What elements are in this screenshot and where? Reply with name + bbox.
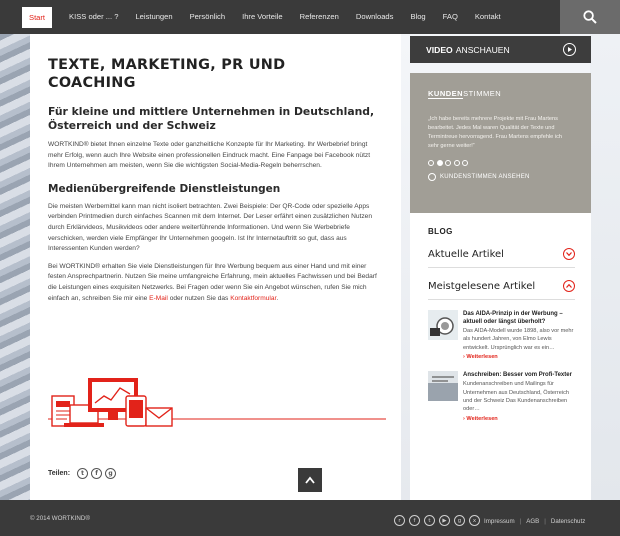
testimonials-link[interactable]: KUNDENSTIMMEN ANSEHEN [428,173,573,181]
email-link[interactable]: E-Mail [149,295,168,302]
separator: | [544,518,546,525]
nav-item-ihre-vorteile[interactable]: Ihre Vorteile [242,0,283,34]
footer-link-datenschutz[interactable]: Datenschutz [551,518,585,525]
nav-item-leistungen[interactable]: Leistungen [135,0,172,34]
nav-item-blog[interactable]: Blog [410,0,425,34]
carousel-dot[interactable] [462,160,468,166]
testimonials-panel: KUNDENSTIMMEN „Ich habe bereits mehrere … [410,73,591,213]
contact-form-link[interactable]: Kontaktformular [230,295,276,302]
carousel-dot[interactable] [453,160,460,166]
chevron-down-icon [563,248,575,260]
contact-text-end: . [276,294,279,302]
video-label-bold: VIDEO [426,44,453,55]
carousel-dot-active[interactable] [436,160,443,166]
footer-links: Impressum | AGB | Datenschutz [484,518,590,525]
google-plus-icon[interactable]: g [454,515,465,526]
twitter-icon[interactable]: t [77,468,89,479]
accordion-label: Aktuelle Artikel [428,248,504,260]
chevron-up-icon [563,280,575,292]
copyright: © 2014 WORTKIND® [30,514,90,522]
nav-item-referenzen[interactable]: Referenzen [300,0,339,34]
back-to-top-button[interactable] [298,468,322,492]
testimonials-title: KUNDENSTIMMEN [428,89,573,99]
arrow-circle-icon [428,173,436,181]
google-plus-icon[interactable]: g [105,468,117,479]
nav-item-faq[interactable]: FAQ [443,0,458,34]
facebook-icon[interactable]: f [409,515,420,526]
nav-item-kiss[interactable]: KISS oder ... ? [69,0,118,34]
blog-title: BLOG [428,227,453,236]
footer: © 2014 WORTKIND® r f t ▶ g x Impressum |… [0,500,620,536]
post-excerpt: Kundenanschreiben und Mailings für Unter… [463,381,570,413]
accordion-current-articles[interactable]: Aktuelle Artikel [428,241,575,268]
body-paragraph: Die meisten Werbemittel kann man nicht i… [48,202,373,253]
chevron-up-icon [305,476,315,484]
post-title[interactable]: Anschreiben: Besser vom Profi-Texter [463,371,575,379]
read-more-label: Weiterlesen [466,354,498,361]
social-links: r f t ▶ g x [394,515,484,526]
facebook-icon[interactable]: f [91,468,103,479]
main-navigation: Start KISS oder ... ? Leistungen Persönl… [0,0,620,34]
testimonials-title-bold: KUNDEN [428,89,464,99]
testimonials-link-label: KUNDENSTIMMEN ANSEHEN [440,174,530,180]
background-right [590,34,620,500]
share-bar: Teilen: t f g [48,468,117,479]
carousel-dots [428,160,573,166]
blog-post: Anschreiben: Besser vom Profi-Texter Kun… [428,371,575,422]
carousel-dot[interactable] [428,160,434,166]
testimonials-title-rest: STIMMEN [463,89,502,98]
nav-item-persoenlich[interactable]: Persönlich [190,0,225,34]
read-more-link[interactable]: › Weiterlesen [463,416,575,422]
video-button[interactable]: VIDEO ANSCHAUEN [410,36,591,63]
post-title[interactable]: Das AIDA-Prinzip in der Werbung – aktuel… [463,310,575,326]
contact-paragraph: Bei WORTKIND® erhalten Sie viele Dienstl… [48,262,383,304]
accordion-most-read-articles[interactable]: Meistgelesene Artikel [428,273,575,300]
main-content: TEXTE, MARKETING, PR UND COACHING Für kl… [30,34,401,500]
rss-icon[interactable]: r [394,515,405,526]
section-heading: Medienübergreifende Dienstleistungen [48,182,281,195]
nav-item-kontakt[interactable]: Kontakt [475,0,501,34]
play-icon [563,43,576,56]
blog-panel: BLOG Aktuelle Artikel Meistgelesene Arti… [410,213,591,500]
search-icon [583,10,597,24]
background-building-image [0,34,30,500]
page-subtitle: Für kleine und mittlere Unternehmen in D… [48,105,375,132]
contact-text-2: oder nutzen Sie das [167,294,231,302]
read-more-link[interactable]: › Weiterlesen [463,354,575,360]
video-label: ANSCHAUEN [455,44,510,55]
search-button[interactable] [560,0,620,34]
nav-item-downloads[interactable]: Downloads [356,0,394,34]
post-thumbnail[interactable] [428,371,458,402]
intro-paragraph: WORTKIND® bietet Ihnen einzelne Texte od… [48,141,371,170]
share-label: Teilen: [48,470,71,477]
footer-link-impressum[interactable]: Impressum [484,518,515,525]
xing-icon[interactable]: x [469,515,480,526]
accordion-label: Meistgelesene Artikel [428,280,536,292]
testimonial-quote: „Ich habe bereits mehrere Projekte mit F… [428,116,563,149]
read-more-label: Weiterlesen [466,415,498,422]
separator: | [519,518,522,525]
carousel-dot[interactable] [445,160,451,166]
twitter-icon[interactable]: t [424,515,435,526]
youtube-icon[interactable]: ▶ [439,515,450,526]
post-excerpt: Das AIDA-Modell wurde 1898, also vor meh… [463,328,574,351]
page-title: TEXTE, MARKETING, PR UND COACHING [48,57,286,91]
media-devices-illustration [48,378,386,427]
blog-post: Das AIDA-Prinzip in der Werbung – aktuel… [428,310,575,360]
nav-item-start[interactable]: Start [22,6,53,28]
post-thumbnail[interactable] [428,310,458,340]
footer-link-agb[interactable]: AGB [526,518,539,525]
